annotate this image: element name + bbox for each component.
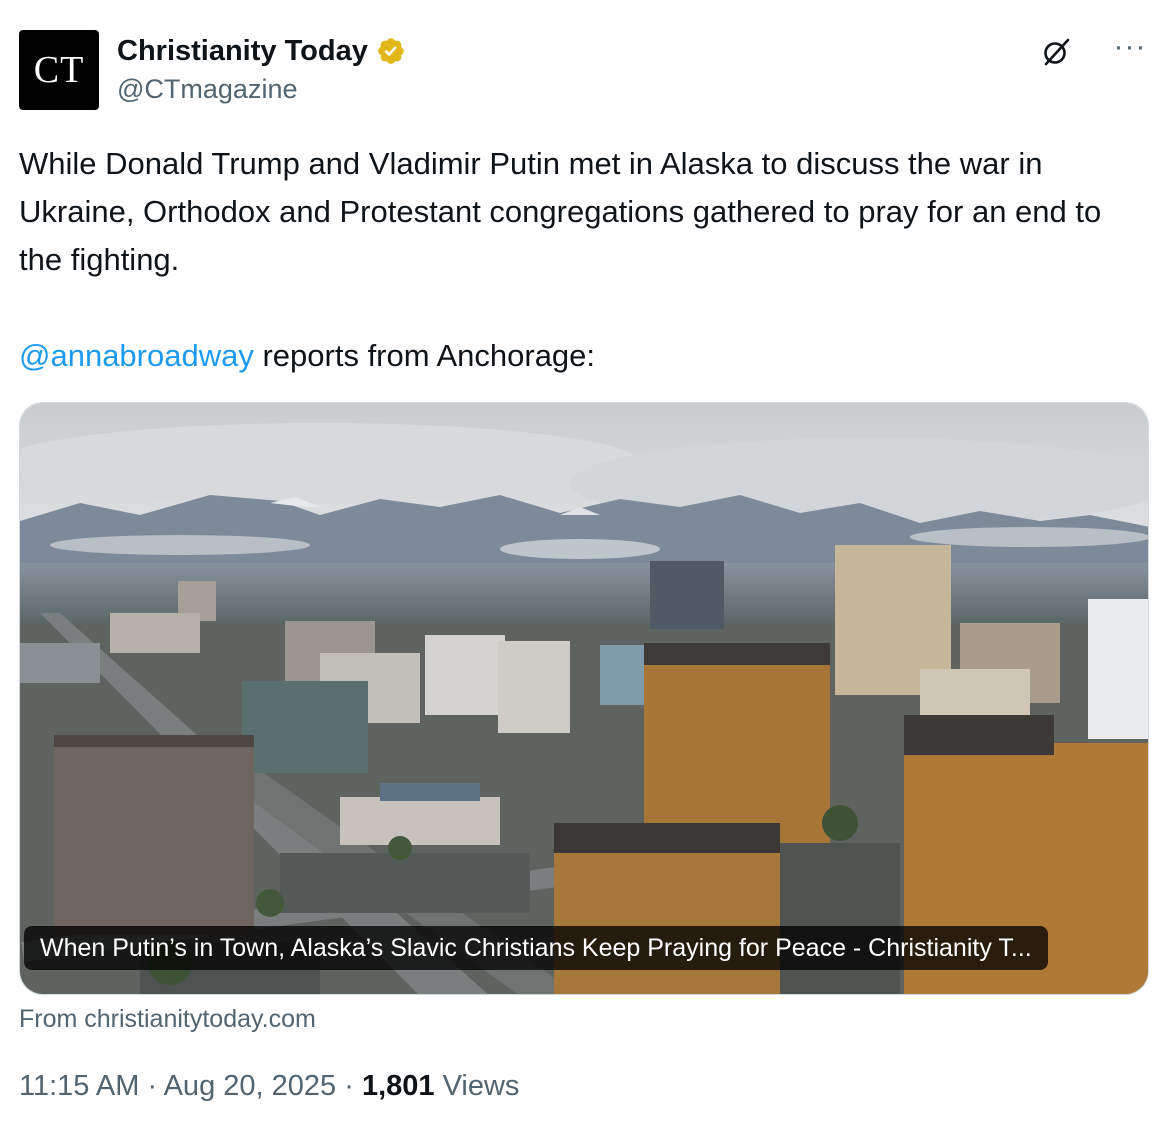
card-source[interactable]: From christianitytoday.com (19, 1005, 316, 1034)
verified-badge-icon[interactable] (376, 36, 406, 66)
tweet-text: While Donald Trump and Vladimir Putin me… (19, 146, 1102, 277)
mention-suffix: reports from Anchorage: (253, 338, 596, 373)
account-handle[interactable]: @CTmagazine (117, 74, 297, 105)
mention-link[interactable]: @annabroadway (19, 338, 254, 373)
tweet-time[interactable]: 11:15 AM (19, 1070, 139, 1102)
card-title[interactable]: When Putin’s in Town, Alaska’s Slavic Ch… (24, 926, 1048, 970)
tweet-date[interactable]: Aug 20, 2025 (164, 1070, 337, 1102)
views-count[interactable]: 1,801 (362, 1070, 435, 1102)
meta-separator: · (147, 1070, 158, 1102)
more-options-button[interactable]: ··· (1112, 32, 1148, 68)
tweet-meta: 11:15 AM · Aug 20, 2025 · 1,801 Views (19, 1070, 519, 1103)
link-card[interactable] (19, 402, 1149, 995)
avatar-logo-text: CT (33, 49, 85, 91)
account-avatar[interactable]: CT (19, 30, 99, 110)
views-label: Views (442, 1070, 520, 1102)
tweet-mention-line: @annabroadway reports from Anchorage: (19, 332, 595, 380)
more-horizontal-icon: ··· (1113, 30, 1147, 63)
display-name[interactable]: Christianity Today (117, 35, 368, 68)
card-photo (20, 403, 1148, 994)
account-name-row: Christianity Today (117, 32, 406, 70)
grok-icon[interactable] (1040, 36, 1072, 68)
meta-separator-2: · (344, 1070, 354, 1102)
